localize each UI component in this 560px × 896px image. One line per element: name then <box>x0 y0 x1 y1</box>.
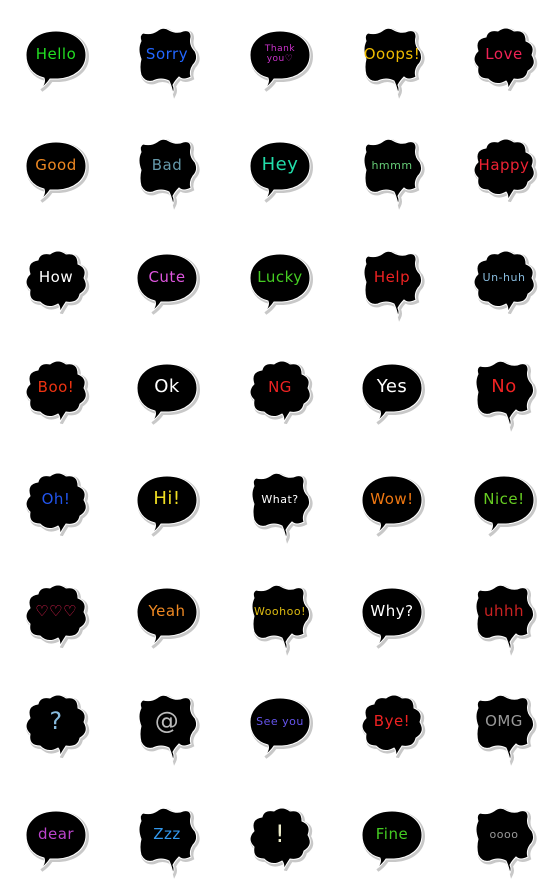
sticker-cloud-bubble[interactable]: Boo! <box>20 356 92 430</box>
sticker-text: Wow! <box>370 489 414 508</box>
sticker-text: Bad <box>151 155 183 174</box>
sticker-round-bubble[interactable]: Good <box>20 134 92 208</box>
sticker-text: ? <box>49 707 63 735</box>
sticker-wavy-bubble[interactable]: uhhh <box>468 580 540 656</box>
sticker-wavy-bubble[interactable]: oooo <box>468 803 540 879</box>
sticker-round-bubble[interactable]: Why? <box>356 580 428 654</box>
sticker-text: Yeah <box>148 601 186 620</box>
sticker-text: OMG <box>485 711 523 730</box>
sticker-text: oooo <box>489 827 519 841</box>
sticker-round-bubble[interactable]: Lucky <box>244 246 316 320</box>
sticker-text: See you <box>256 714 304 728</box>
sticker-text: dear <box>37 824 75 843</box>
sticker-round-bubble[interactable]: See you <box>244 690 316 764</box>
sticker-text: Woohoo! <box>253 604 307 618</box>
sticker-round-bubble[interactable]: Wow! <box>356 468 428 542</box>
sticker-cloud-bubble[interactable]: How <box>20 246 92 320</box>
sticker-text: Yes <box>376 376 408 397</box>
sticker-text: Ok <box>154 376 180 397</box>
sticker-text: Help <box>373 267 411 286</box>
sticker-text: Un-huh <box>482 270 526 284</box>
sticker-text: Boo! <box>37 377 75 396</box>
sticker-wavy-bubble[interactable]: @ <box>131 690 203 766</box>
sticker-text: uhhh <box>483 601 525 620</box>
sticker-text: Happy <box>478 155 530 174</box>
sticker-text: Bye! <box>373 711 411 730</box>
sticker-cloud-bubble[interactable]: NG <box>244 356 316 430</box>
sticker-text: ! <box>274 820 286 848</box>
sticker-wavy-bubble[interactable]: Ooops! <box>356 23 428 99</box>
sticker-wavy-bubble[interactable]: hmmm <box>356 134 428 210</box>
sticker-wavy-bubble[interactable]: Zzz <box>131 803 203 879</box>
sticker-text: Sorry <box>145 44 189 63</box>
sticker-round-bubble[interactable]: dear <box>20 803 92 877</box>
sticker-round-bubble[interactable]: Yes <box>356 356 428 430</box>
sticker-text: No <box>491 376 517 397</box>
sticker-cloud-bubble[interactable]: ♡♡♡ <box>20 580 92 654</box>
sticker-round-bubble[interactable]: Hi! <box>131 468 203 542</box>
sticker-text: Oh! <box>41 489 71 508</box>
sticker-round-bubble[interactable]: Nice! <box>468 468 540 542</box>
sticker-text: Zzz <box>153 824 181 843</box>
sticker-round-bubble[interactable]: Thank you♡ <box>244 23 316 97</box>
sticker-text: Lucky <box>257 267 303 286</box>
sticker-cloud-bubble[interactable]: Love <box>468 23 540 97</box>
sticker-text: NG <box>268 377 292 396</box>
sticker-text: How <box>38 267 74 286</box>
sticker-cloud-bubble[interactable]: ? <box>20 690 92 764</box>
sticker-text: What? <box>261 492 299 506</box>
sticker-cloud-bubble[interactable]: Oh! <box>20 468 92 542</box>
sticker-wavy-bubble[interactable]: Bad <box>131 134 203 210</box>
sticker-text: Hi! <box>153 488 181 509</box>
sticker-text: Fine <box>375 824 409 843</box>
sticker-wavy-bubble[interactable]: Sorry <box>131 23 203 99</box>
sticker-wavy-bubble[interactable]: Woohoo! <box>244 580 316 656</box>
sticker-wavy-bubble[interactable]: OMG <box>468 690 540 766</box>
sticker-round-bubble[interactable]: Yeah <box>131 580 203 654</box>
sticker-round-bubble[interactable]: Ok <box>131 356 203 430</box>
sticker-text: Hello <box>35 44 77 63</box>
sticker-cloud-bubble[interactable]: Un-huh <box>468 246 540 320</box>
sticker-wavy-bubble[interactable]: No <box>468 356 540 432</box>
sticker-cloud-bubble[interactable]: Bye! <box>356 690 428 764</box>
sticker-round-bubble[interactable]: Fine <box>356 803 428 877</box>
sticker-wavy-bubble[interactable]: Help <box>356 246 428 322</box>
sticker-cloud-bubble[interactable]: Happy <box>468 134 540 208</box>
sticker-cloud-bubble[interactable]: ! <box>244 803 316 877</box>
sticker-text: Ooops! <box>363 44 421 63</box>
sticker-text: @ <box>154 707 180 735</box>
sticker-text: hmmm <box>371 158 413 172</box>
sticker-text: Nice! <box>483 489 525 508</box>
sticker-text: ♡♡♡ <box>35 601 77 620</box>
sticker-text: Thank you♡ <box>264 43 296 64</box>
sticker-text: Why? <box>370 601 414 620</box>
sticker-text: Hey <box>261 154 299 175</box>
sticker-wavy-bubble[interactable]: What? <box>244 468 316 544</box>
sticker-round-bubble[interactable]: Cute <box>131 246 203 320</box>
sticker-round-bubble[interactable]: Hey <box>244 134 316 208</box>
sticker-text: Love <box>485 44 523 63</box>
sticker-text: Cute <box>148 267 186 286</box>
sticker-text: Good <box>35 155 77 174</box>
sticker-round-bubble[interactable]: Hello <box>20 23 92 97</box>
